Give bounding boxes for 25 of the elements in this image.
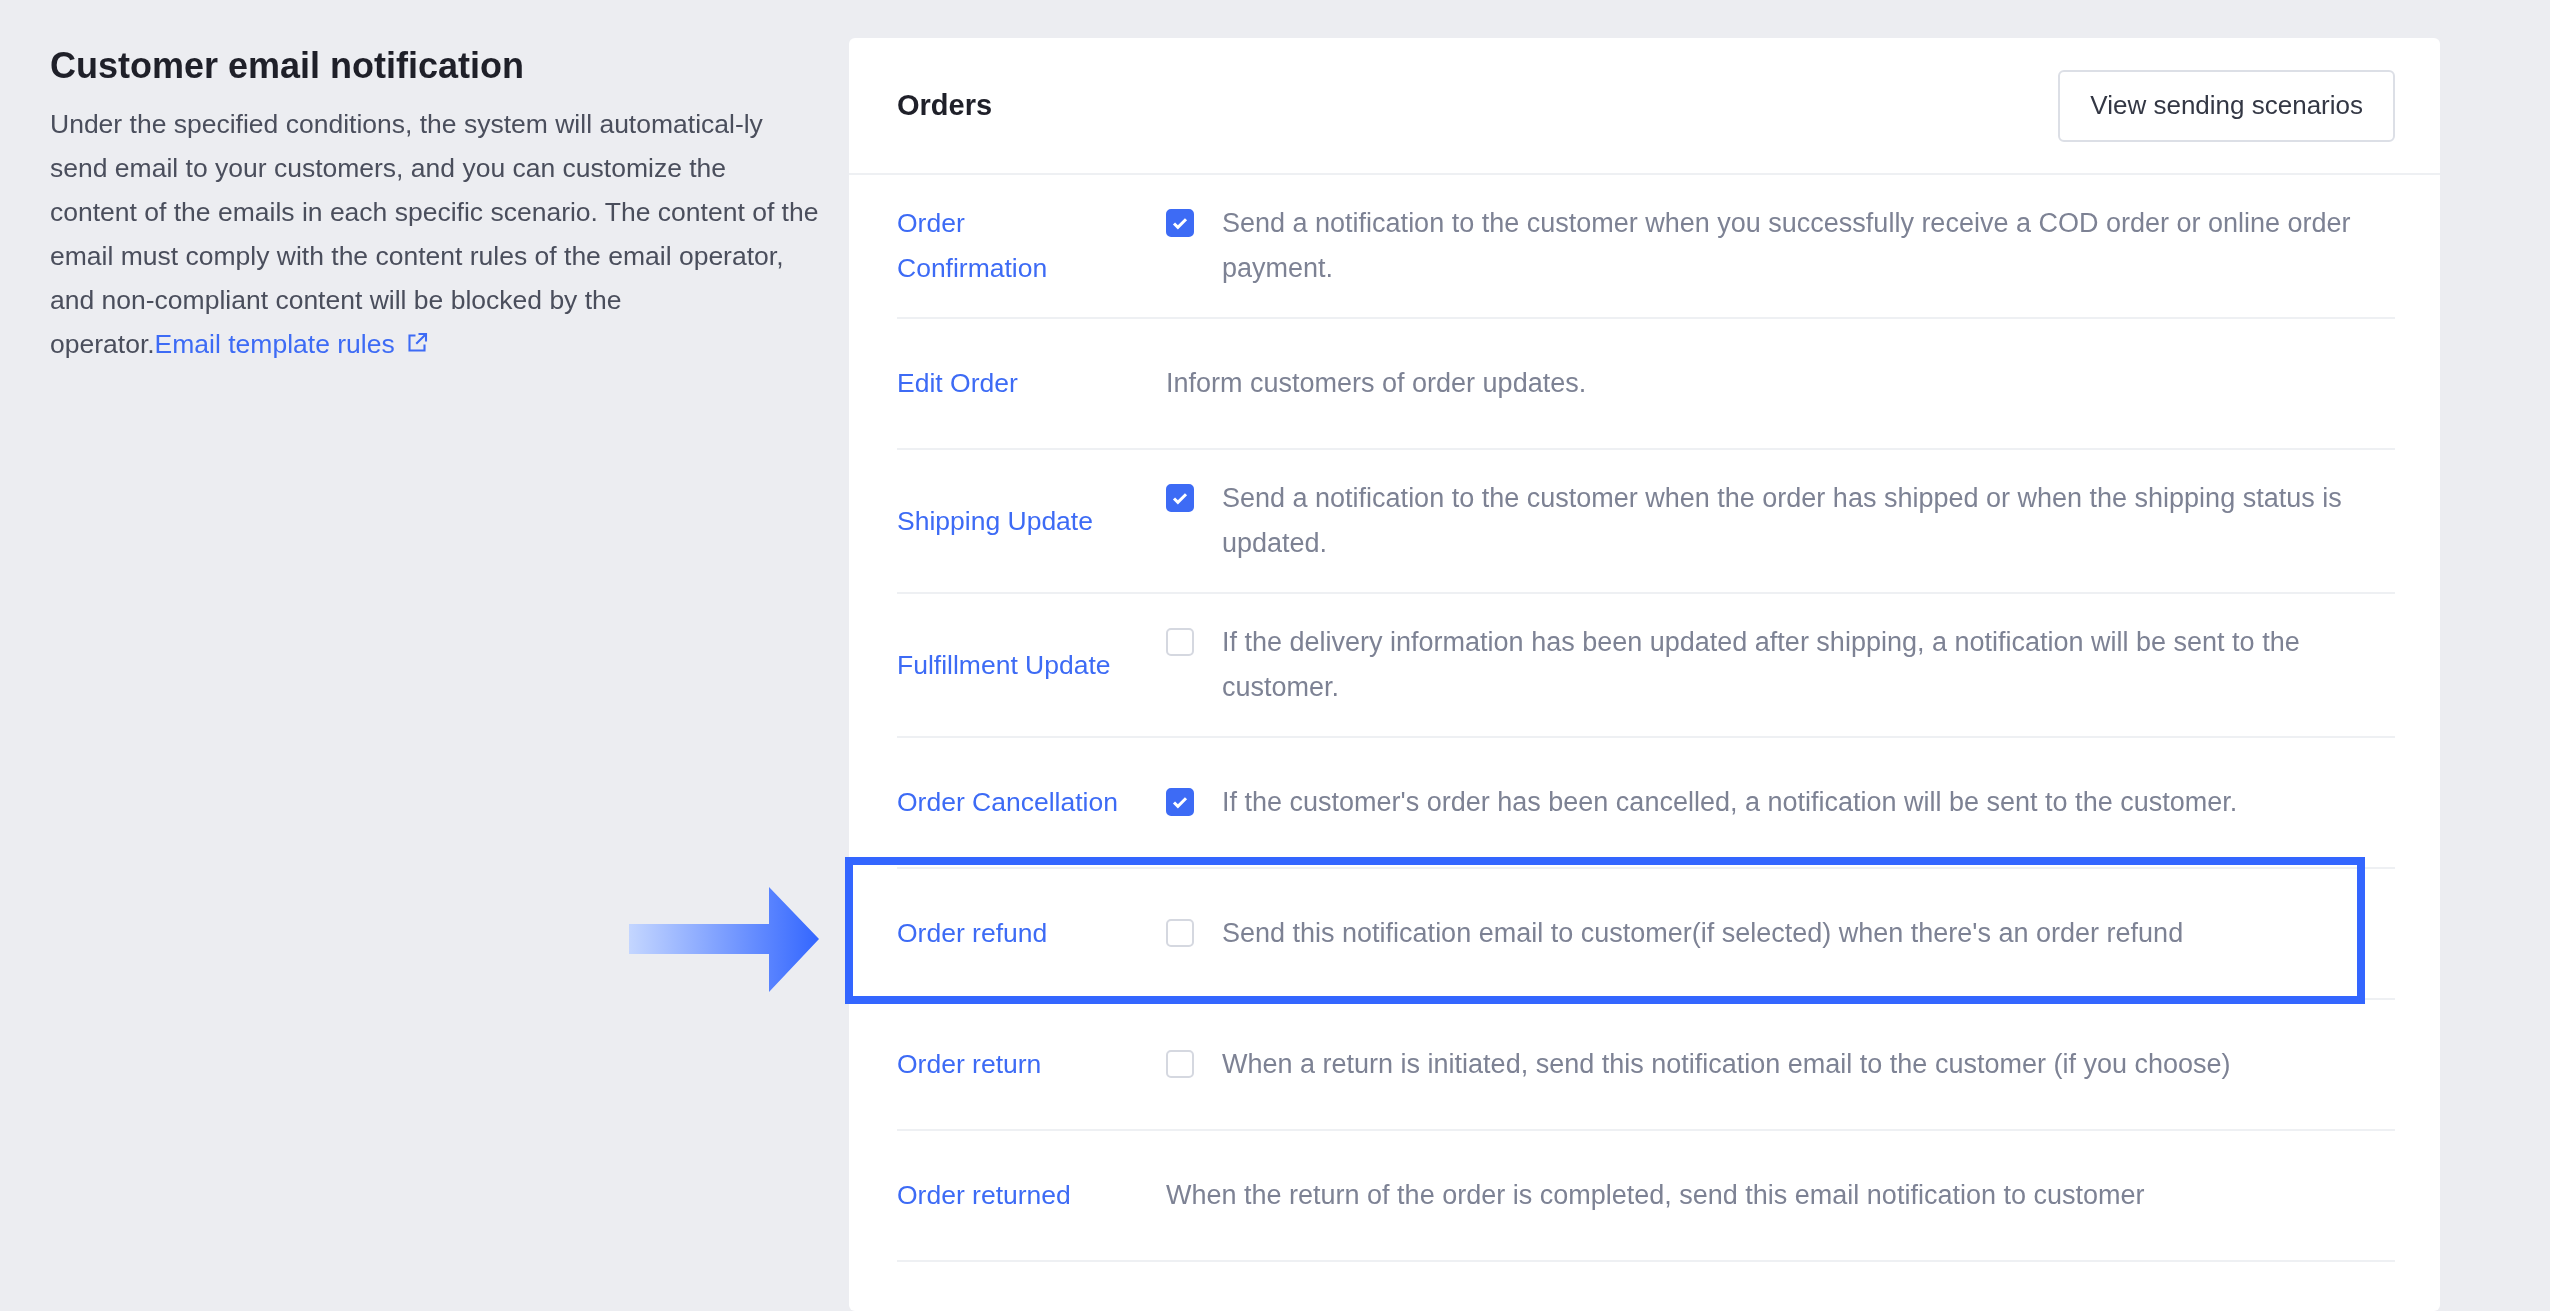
checkbox[interactable] [1166, 484, 1194, 512]
template-rules-link[interactable]: Email template rules [154, 329, 429, 359]
notification-link[interactable]: Order returned [897, 1173, 1166, 1218]
description-text: When the return of the order is completed, send this email notification to customer [1166, 1179, 2145, 1212]
view-scenarios-button[interactable]: View sending scenarios [2058, 69, 2395, 142]
notification-link[interactable]: Order refund [897, 911, 1166, 956]
checkbox[interactable] [1166, 209, 1194, 237]
notification-link[interactable]: Order return [897, 1042, 1166, 1087]
description-text: If the delivery information has been updated after shipping, a notification will be sent to the customer. [1222, 626, 2301, 704]
arrow-icon [629, 887, 819, 992]
section-title: Customer email notification [50, 44, 526, 88]
notification-link[interactable]: Fulfillment Update [897, 642, 1166, 688]
description-text: Inform customers of order updates. [1166, 367, 1587, 400]
notification-link[interactable]: Edit Order [897, 361, 1166, 406]
description-text: Send this notification email to customer(if selected) when there's an order refund [1222, 917, 2184, 950]
card-title: Orders [897, 89, 993, 122]
description-text: When a return is initiated, send this notification email to the customer (if you choose) [1222, 1048, 2231, 1081]
section-description: Under the specified conditions, the system will automatical-ly send email to your customers, and you can customize the content of the emails in each specific scenario. The content of the email must comply with the content rules of the email operator, and non-compliant content will be blocked by the operator.Email template rules [50, 108, 820, 361]
notification-link[interactable]: Order Cancellation [897, 780, 1166, 825]
notification-link[interactable]: Shipping Update [897, 498, 1166, 544]
description-text: If the customer's order has been cancelled, a notification will be sent to the customer. [1222, 786, 2238, 819]
description-text: Send a notification to the customer when the order has shipped or when the shipping status is updated. [1222, 482, 2343, 560]
description-text: Send a notification to the customer when you successfully receive a COD order or online order payment. [1222, 207, 2352, 285]
notification-link[interactable]: Order Confirmation [897, 201, 1166, 291]
checkbox[interactable] [1166, 788, 1194, 816]
